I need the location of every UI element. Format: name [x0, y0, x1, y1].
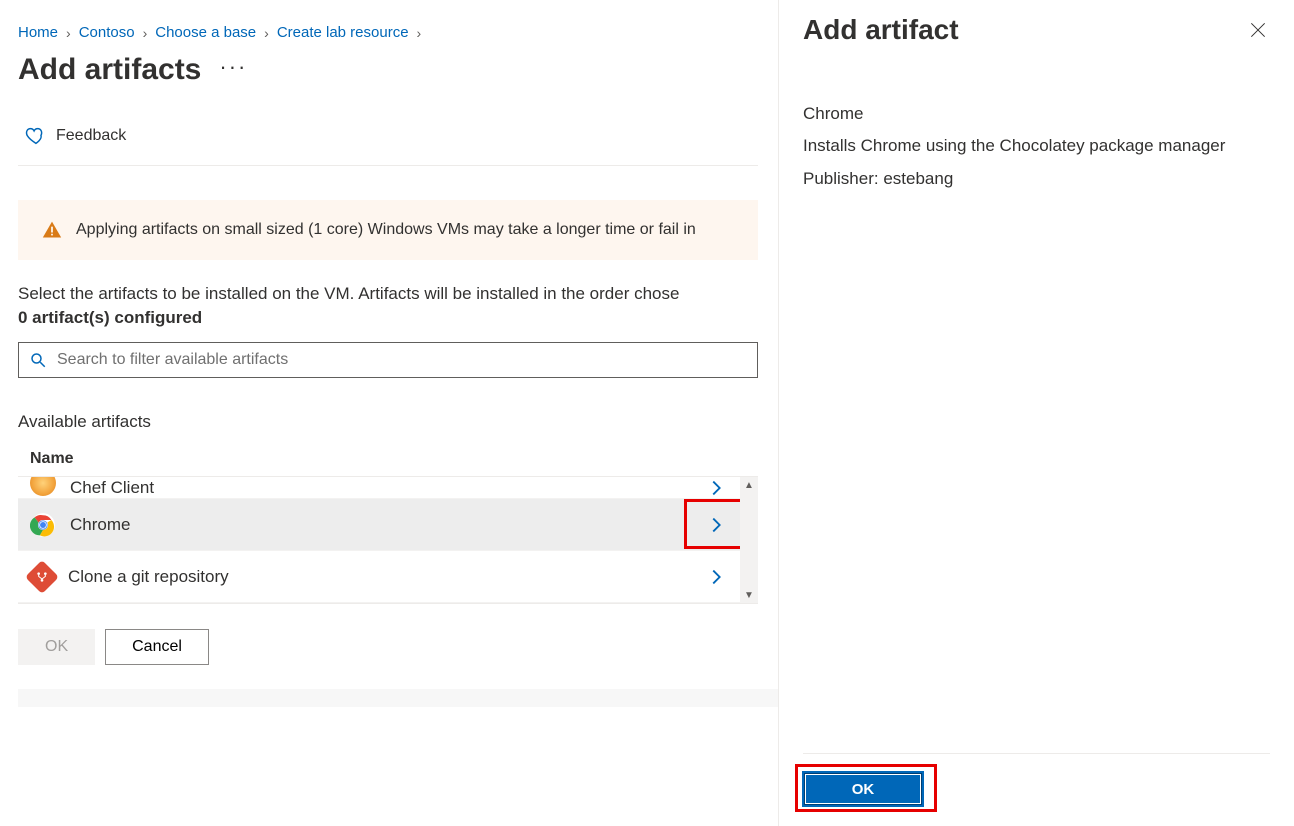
artifact-row-chrome[interactable]: Chrome [18, 499, 758, 551]
panel-title: Add artifact [803, 14, 959, 46]
available-artifacts-heading: Available artifacts [18, 412, 778, 432]
close-button[interactable] [1246, 18, 1270, 42]
column-header-name: Name [18, 450, 778, 476]
breadcrumb-create-lab[interactable]: Create lab resource [277, 24, 409, 41]
artifact-name: Clone a git repository [68, 567, 229, 587]
warning-icon [42, 220, 62, 240]
scroll-down-icon[interactable]: ▼ [740, 587, 758, 603]
chevron-right-icon: › [264, 25, 269, 41]
chevron-right-icon: › [417, 25, 422, 41]
artifact-name: Chef Client [70, 478, 154, 498]
breadcrumb-home[interactable]: Home [18, 24, 58, 41]
ok-button: OK [18, 629, 95, 665]
open-artifact-button[interactable] [702, 511, 730, 539]
chrome-icon [30, 512, 56, 538]
open-artifact-button[interactable] [702, 563, 730, 591]
chef-icon [30, 477, 56, 496]
chevron-right-icon: › [66, 25, 71, 41]
artifact-name: Chrome [70, 515, 130, 535]
heart-icon [24, 125, 46, 147]
scroll-up-icon[interactable]: ▲ [740, 477, 758, 493]
artifact-detail-desc: Installs Chrome using the Chocolatey pac… [803, 130, 1270, 162]
feedback-label: Feedback [56, 127, 126, 145]
configured-count: 0 artifact(s) configured [18, 308, 778, 328]
cancel-button[interactable]: Cancel [105, 629, 209, 665]
artifact-row-git[interactable]: Clone a git repository [18, 551, 758, 603]
search-input-wrap[interactable] [18, 342, 758, 378]
bottom-strip [18, 689, 778, 707]
artifact-detail-name: Chrome [803, 98, 1270, 130]
warning-text: Applying artifacts on small sized (1 cor… [76, 221, 696, 239]
feedback-button[interactable]: Feedback [18, 117, 758, 166]
git-icon [25, 560, 59, 594]
panel-ok-button[interactable]: OK [803, 772, 923, 806]
breadcrumb: Home › Contoso › Choose a base › Create … [18, 24, 778, 41]
add-artifact-panel: Add artifact Chrome Installs Chrome usin… [778, 0, 1294, 826]
search-input[interactable] [55, 350, 747, 370]
breadcrumb-choose-base[interactable]: Choose a base [155, 24, 256, 41]
chevron-right-icon: › [143, 25, 148, 41]
artifact-row-chef[interactable]: Chef Client [18, 477, 758, 499]
more-menu-button[interactable]: ··· [219, 54, 247, 86]
artifact-detail-publisher: Publisher: estebang [803, 163, 1270, 195]
search-icon [29, 351, 47, 369]
scrollbar[interactable]: ▲ ▼ [740, 477, 758, 603]
breadcrumb-contoso[interactable]: Contoso [79, 24, 135, 41]
page-title: Add artifacts [18, 53, 201, 87]
warning-banner: Applying artifacts on small sized (1 cor… [18, 200, 758, 260]
intro-text: Select the artifacts to be installed on … [18, 284, 778, 304]
